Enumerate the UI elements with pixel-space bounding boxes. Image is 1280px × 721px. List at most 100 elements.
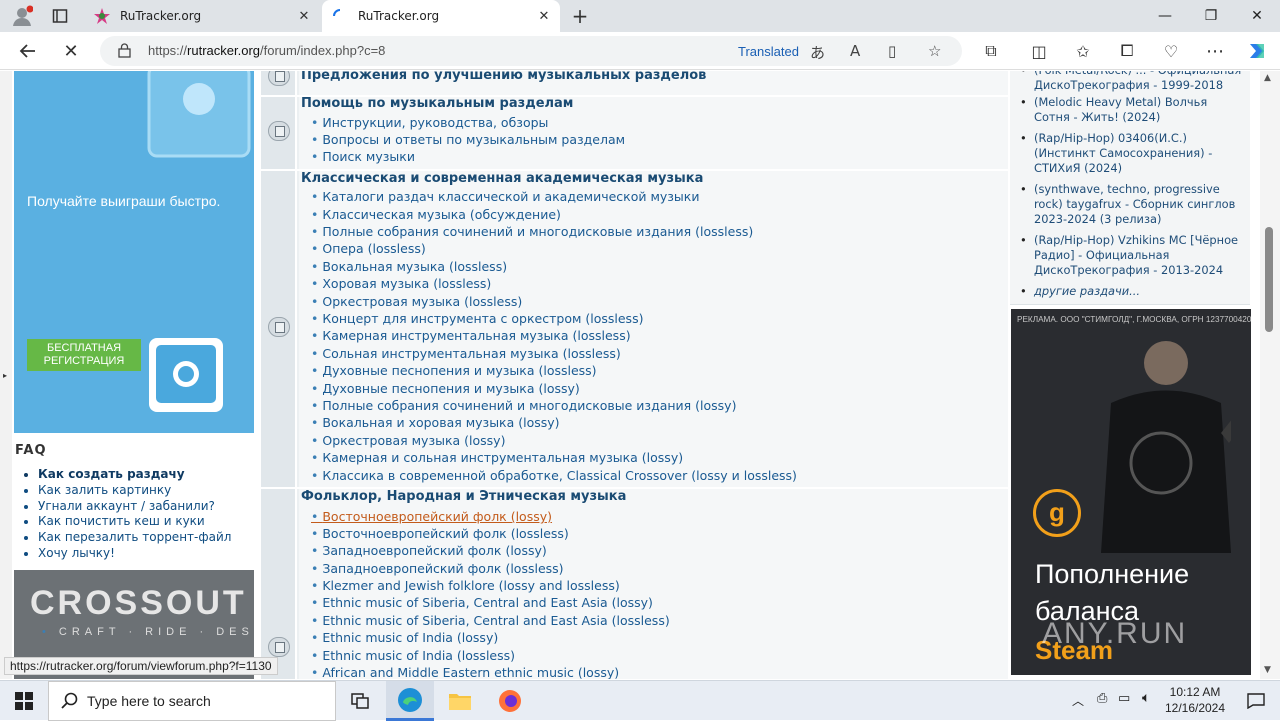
subforum-link[interactable]: Ethnic music of Siberia, Central and Eas…: [311, 595, 653, 610]
subforum-link[interactable]: Вопросы и ответы по музыкальным разделам: [311, 132, 625, 147]
safe-icon: [149, 338, 223, 412]
stop-loading-icon[interactable]: ✕: [56, 36, 86, 66]
subforum-link[interactable]: Концерт для инструмента с оркестром (los…: [311, 311, 643, 326]
subforum-link[interactable]: Полные собрания сочинений и многодисковы…: [311, 398, 736, 413]
more-releases-link[interactable]: другие раздачи...: [1020, 284, 1246, 299]
url-text[interactable]: https://rutracker.org/forum/index.php?c=…: [148, 43, 385, 58]
release-link[interactable]: (synthwave, techno, progressive rock) ta…: [1020, 182, 1246, 227]
subforum-link[interactable]: Камерная и сольная инструментальная музы…: [311, 450, 683, 465]
section-title[interactable]: Классическая и современная академическая…: [301, 171, 703, 186]
subforum-link[interactable]: Духовные песнопения и музыка (lossless): [311, 363, 596, 378]
subforum-link[interactable]: Инструкции, руководства, обзоры: [311, 115, 548, 130]
scroll-down-arrow-icon[interactable]: ▼: [1264, 665, 1271, 675]
subforum-link[interactable]: Поиск музыки: [311, 149, 415, 164]
translate-icon[interactable]: あ: [810, 42, 825, 63]
subforum-link[interactable]: Оркестровая музыка (lossless): [311, 294, 522, 309]
subforum-link[interactable]: Западноевропейский фолк (lossless): [311, 561, 563, 576]
file-explorer-icon[interactable]: [436, 681, 484, 721]
faq-item[interactable]: Хочу лычку!: [38, 546, 231, 562]
subforum-link[interactable]: Вокальная и хоровая музыка (lossy): [311, 415, 559, 430]
section-title[interactable]: Предложения по улучшению музыкальных раз…: [301, 71, 706, 83]
faq-item[interactable]: Как залить картинку: [38, 483, 231, 499]
tab-rutracker-1[interactable]: RuTracker.org ✕: [84, 0, 320, 32]
page-content: ▸ Получайте выиграши быстро. БЕСПЛАТНАЯ …: [0, 71, 1280, 679]
collections-icon[interactable]: ⧠: [1112, 36, 1142, 66]
subforum-link[interactable]: Klezmer and Jewish folklore (lossy and l…: [311, 578, 619, 593]
edge-taskbar-icon[interactable]: [386, 681, 434, 721]
copilot-icon[interactable]: [1242, 36, 1272, 66]
faq-item[interactable]: Как перезалить торрент-файл: [38, 530, 231, 546]
network-icon[interactable]: ▭: [1118, 691, 1130, 706]
subforum-link[interactable]: Классическая музыка (обсуждение): [311, 207, 561, 222]
release-link[interactable]: (Melodic Heavy Metal) Волчья Сотня - Жит…: [1020, 95, 1246, 125]
immersive-reader-icon[interactable]: ▯: [888, 42, 896, 60]
firefox-icon[interactable]: [486, 681, 534, 721]
taskbar-clock[interactable]: 10:12 AM 12/16/2024: [1160, 684, 1230, 716]
translated-label[interactable]: Translated: [738, 44, 799, 59]
faq-item[interactable]: Как почистить кеш и куки: [38, 514, 231, 530]
volume-icon[interactable]: 🔈︎: [1142, 690, 1150, 706]
section-title[interactable]: Помощь по музыкальным разделам: [301, 96, 573, 111]
faq-item[interactable]: Угнали аккаунт / забанили?: [38, 499, 231, 515]
extensions-icon[interactable]: ⧉: [976, 36, 1006, 66]
section-title[interactable]: Фольклор, Народная и Этническая музыка: [301, 489, 626, 504]
back-arrow-icon[interactable]: [13, 36, 43, 66]
profile-icon[interactable]: [10, 4, 34, 28]
expand-arrow-icon[interactable]: ▸: [3, 371, 7, 380]
scroll-up-arrow-icon[interactable]: ▲: [1264, 73, 1271, 83]
close-tab-icon[interactable]: ✕: [536, 9, 552, 24]
favorite-star-icon[interactable]: ☆: [928, 42, 941, 60]
new-tab-icon[interactable]: +: [568, 4, 592, 28]
meet-now-icon[interactable]: ⎙: [1097, 691, 1107, 706]
close-tab-icon[interactable]: ✕: [296, 9, 312, 24]
tab-rutracker-2[interactable]: RuTracker.org ✕: [322, 0, 560, 32]
release-link[interactable]: (Rap/Hip-Hop) Vzhikins MC [Чёрное Радио]…: [1020, 233, 1246, 278]
address-bar[interactable]: https://rutracker.org/forum/index.php?c=…: [100, 36, 962, 66]
loading-icon: [332, 8, 348, 24]
left-banner-ad[interactable]: Получайте выиграши быстро. БЕСПЛАТНАЯ РЕ…: [14, 71, 254, 433]
navigation-bar: ✕ https://rutracker.org/forum/index.php?…: [0, 32, 1280, 70]
more-options-icon[interactable]: ⋯: [1200, 36, 1230, 66]
subforum-link[interactable]: Хоровая музыка (lossless): [311, 276, 491, 291]
scrollbar-thumb[interactable]: [1265, 227, 1273, 332]
faq-list: Как создать раздачу Как залить картинку …: [38, 467, 231, 562]
release-link[interactable]: (Folk Metal/Rock) ... - Официальная Диск…: [1020, 71, 1246, 93]
performance-icon[interactable]: ♡: [1156, 36, 1186, 66]
subforum-link[interactable]: Западноевропейский фолк (lossy): [311, 543, 546, 558]
notifications-icon[interactable]: [1232, 681, 1280, 721]
subforum-link[interactable]: Духовные песнопения и музыка (lossy): [311, 381, 579, 396]
tab-title: RuTracker.org: [358, 9, 440, 23]
release-link[interactable]: (Rap/Hip-Hop) 03406(И.С.) (Инстинкт Само…: [1020, 131, 1246, 176]
subforum-link[interactable]: Каталоги раздач классической и академиче…: [311, 189, 699, 204]
subforum-link[interactable]: Сольная инструментальная музыка (lossles…: [311, 346, 620, 361]
minimize-icon[interactable]: —: [1142, 0, 1188, 32]
sidebar-collapse-strip[interactable]: ▸: [0, 71, 12, 679]
lock-icon[interactable]: [118, 43, 131, 62]
subforum-link[interactable]: Восточноевропейский фолк (lossy): [311, 509, 552, 524]
subforum-link[interactable]: Вокальная музыка (lossless): [311, 259, 507, 274]
subforum-link[interactable]: Камерная инструментальная музыка (lossle…: [311, 328, 630, 343]
register-button[interactable]: БЕСПЛАТНАЯ РЕГИСТРАЦИЯ: [27, 339, 141, 371]
subforum-link[interactable]: Ethnic music of India (lossy): [311, 630, 498, 645]
subforum-link[interactable]: Классика в современной обработке, Classi…: [311, 468, 797, 483]
subforum-link[interactable]: Оркестровая музыка (lossy): [311, 433, 505, 448]
faq-item[interactable]: Как создать раздачу: [38, 467, 231, 483]
taskbar-search-box[interactable]: Type here to search: [48, 681, 336, 721]
subforum-link[interactable]: African and Middle Eastern ethnic music …: [311, 665, 619, 679]
crossout-tagline: CRAFT · RIDE · DESTROY: [42, 626, 254, 638]
split-screen-icon[interactable]: ◫: [1024, 36, 1054, 66]
vertical-scrollbar[interactable]: ▲ ▼: [1260, 71, 1280, 679]
subforum-link[interactable]: Полные собрания сочинений и многодисковы…: [311, 224, 753, 239]
restore-icon[interactable]: ❐: [1188, 0, 1234, 32]
windows-start-icon[interactable]: [0, 681, 48, 721]
subforum-link[interactable]: Опера (lossless): [311, 241, 425, 256]
read-aloud-icon[interactable]: A: [850, 42, 860, 60]
subforum-link[interactable]: Ethnic music of Siberia, Central and Eas…: [311, 613, 669, 628]
subforum-link[interactable]: Восточноевропейский фолк (lossless): [311, 526, 568, 541]
close-window-icon[interactable]: ✕: [1234, 0, 1280, 32]
show-hidden-icons-icon[interactable]: ︿: [1072, 692, 1084, 709]
subforum-link[interactable]: Ethnic music of India (lossless): [311, 648, 515, 663]
tab-actions-icon[interactable]: [48, 6, 72, 26]
task-view-icon[interactable]: [336, 681, 384, 721]
favorites-icon[interactable]: ✩: [1068, 36, 1098, 66]
